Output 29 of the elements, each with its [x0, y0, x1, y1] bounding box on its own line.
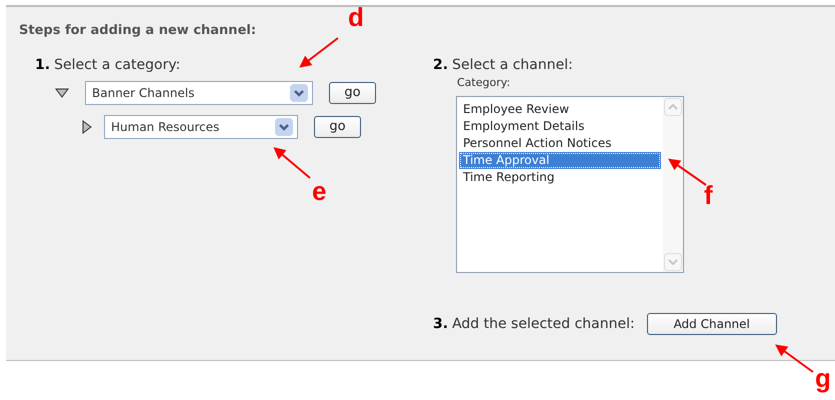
annotation-letter: d: [348, 4, 364, 30]
channel-option[interactable]: Time Reporting: [459, 169, 661, 186]
go-button[interactable]: go: [314, 116, 361, 138]
expanded-triangle-icon[interactable]: [55, 86, 69, 100]
field-label: Category:: [457, 75, 510, 91]
collapsed-triangle-icon[interactable]: [80, 120, 94, 134]
heading: Steps for adding a new channel:: [19, 22, 256, 40]
annotation-letter: g: [815, 365, 831, 391]
category-dropdown[interactable]: Banner Channels: [85, 81, 313, 105]
annotation-arrow: [299, 37, 339, 68]
channel-option[interactable]: Personnel Action Notices: [459, 135, 661, 152]
annotation-letter: f: [704, 182, 713, 208]
channel-option[interactable]: Time Approval: [459, 152, 661, 169]
step-number: 3.: [433, 314, 448, 334]
channel-option[interactable]: Employee Review: [459, 101, 661, 118]
step-number: 1.: [35, 56, 50, 75]
step-number: 2.: [433, 56, 448, 75]
annotation-letter: e: [312, 178, 326, 204]
annotation-arrow: [775, 344, 814, 373]
add-channel-button[interactable]: Add Channel: [646, 313, 777, 335]
channel-option[interactable]: Employment Details: [459, 118, 661, 135]
go-button[interactable]: go: [329, 82, 376, 104]
annotation-arrow: [273, 147, 311, 179]
step-label: Select a category:: [54, 56, 180, 75]
annotation-arrow: [668, 158, 707, 186]
channel-list[interactable]: Employee Review Employment Details Personnel Action Notices Time Approval Time Reporting: [456, 96, 684, 273]
category-dropdown[interactable]: Human Resources: [104, 115, 298, 139]
step-label: Add the selected channel:: [452, 314, 635, 334]
step-label: Select a channel:: [452, 56, 573, 75]
